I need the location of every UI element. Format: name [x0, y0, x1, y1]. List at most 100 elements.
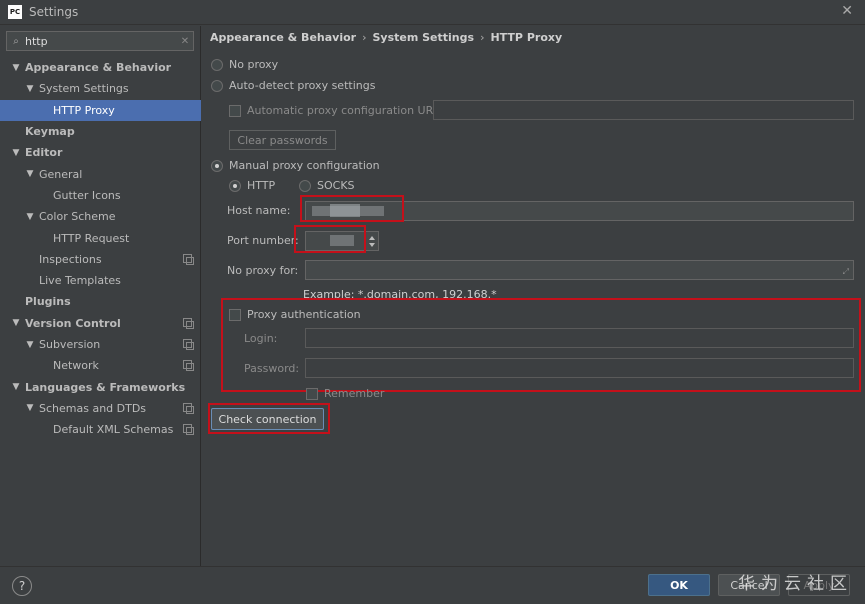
tree-item-label: Plugins: [25, 295, 71, 309]
search-icon: ⌕: [13, 35, 19, 47]
port-number-label: Port number:: [227, 234, 299, 247]
spinner-up-icon[interactable]: [369, 236, 375, 240]
tree-subversion[interactable]: ▼ Subversion: [0, 334, 201, 355]
tree-item-label: Live Templates: [39, 274, 121, 288]
password-label-text: Password:: [244, 362, 300, 375]
settings-sidebar: ⌕ http ✕ ▼ Appearance & Behavior ▼ System S…: [0, 26, 201, 566]
settings-search-field[interactable]: ⌕ http ✕: [6, 31, 194, 51]
no-proxy-for-input[interactable]: ⤢: [305, 260, 854, 280]
chevron-down-icon[interactable]: ▼: [24, 169, 36, 179]
tree-languages-frameworks[interactable]: ▼ Languages & Frameworks: [0, 376, 201, 397]
tree-http-proxy[interactable]: HTTP Proxy: [0, 99, 201, 121]
chevron-down-icon[interactable]: ▼: [10, 382, 22, 392]
project-config-icon: [183, 253, 194, 265]
chevron-down-icon[interactable]: ▼: [10, 148, 22, 158]
auto-detect-radio[interactable]: [211, 79, 223, 92]
tree-item-label: Default XML Schemas: [53, 423, 174, 437]
auto-config-url-label: Automatic proxy configuration URL:: [247, 104, 444, 117]
tree-item-label: System Settings: [39, 82, 129, 96]
tree-gutter-icons[interactable]: Gutter Icons: [0, 185, 201, 206]
breadcrumb-separator: ›: [480, 31, 485, 44]
tree-schemas-dtds[interactable]: ▼ Schemas and DTDs: [0, 398, 201, 419]
no-proxy-radio[interactable]: [211, 58, 223, 71]
spinner-down-icon[interactable]: [369, 243, 375, 247]
tree-item-label: HTTP Request: [53, 231, 130, 245]
manual-proxy-radio[interactable]: [211, 159, 223, 172]
project-config-icon: [183, 317, 194, 329]
tree-version-control[interactable]: ▼ Version Control: [0, 313, 201, 334]
remember-checkbox[interactable]: [306, 387, 318, 400]
chevron-down-icon[interactable]: ▼: [24, 212, 36, 222]
host-name-label: Host name:: [227, 204, 290, 217]
port-spinner[interactable]: [365, 231, 379, 251]
no-proxy-option[interactable]: No proxy: [211, 58, 278, 71]
manual-proxy-option[interactable]: Manual proxy configuration: [211, 159, 380, 172]
tree-http-request[interactable]: HTTP Request: [0, 227, 201, 248]
manual-proxy-label: Manual proxy configuration: [229, 159, 380, 172]
tree-item-label: Subversion: [39, 338, 101, 351]
socks-label: SOCKS: [317, 179, 355, 192]
tree-item-label: Version Control: [25, 316, 121, 330]
clear-search-icon[interactable]: ✕: [177, 36, 193, 47]
clear-passwords-button[interactable]: Clear passwords: [229, 130, 336, 150]
project-config-icon: [183, 360, 194, 372]
auto-config-url-option[interactable]: Automatic proxy configuration URL:: [229, 104, 443, 117]
breadcrumb-item: Appearance & Behavior: [210, 31, 357, 44]
tree-plugins[interactable]: Plugins: [0, 291, 201, 312]
remember-label: Remember: [324, 387, 385, 400]
tree-editor[interactable]: ▼ Editor: [0, 142, 201, 163]
socks-radio[interactable]: [299, 179, 311, 192]
tree-keymap[interactable]: Keymap: [0, 121, 201, 142]
chevron-down-icon[interactable]: ▼: [10, 63, 22, 73]
tree-inspections[interactable]: Inspections: [0, 249, 201, 270]
help-icon[interactable]: ?: [12, 576, 32, 596]
close-icon[interactable]: ✕: [841, 3, 853, 19]
tree-live-templates[interactable]: Live Templates: [0, 270, 201, 291]
auto-config-url-checkbox[interactable]: [229, 104, 241, 117]
tree-item-label: General: [39, 167, 83, 181]
tree-general[interactable]: ▼ General: [0, 163, 201, 184]
window-title: Settings: [29, 5, 79, 19]
tree-item-label: Keymap: [25, 125, 75, 139]
dialog-footer: ? OK Cancel Apply 华为云社区: [0, 566, 865, 604]
remember-option[interactable]: Remember: [306, 387, 384, 400]
tree-item-label: Schemas and DTDs: [39, 401, 147, 415]
project-config-icon: [183, 402, 194, 414]
tree-appearance-behavior[interactable]: ▼ Appearance & Behavior: [0, 57, 201, 78]
check-connection-highlight-box: [208, 403, 330, 434]
tree-item-label: Network: [53, 359, 99, 373]
password-input[interactable]: [305, 358, 854, 378]
breadcrumb: Appearance & Behavior › System Settings …: [210, 31, 562, 44]
project-config-icon: [183, 424, 194, 436]
breadcrumb-separator: ›: [362, 31, 367, 44]
no-proxy-for-label-text: No proxy for:: [227, 264, 299, 277]
tree-item-label: Appearance & Behavior: [25, 61, 172, 75]
chevron-down-icon[interactable]: ▼: [10, 318, 22, 328]
expand-field-icon[interactable]: ⤢: [843, 267, 849, 277]
http-option[interactable]: HTTP: [229, 179, 275, 192]
tree-item-label: Inspections: [39, 252, 102, 266]
chevron-down-icon[interactable]: ▼: [24, 403, 36, 413]
proxy-auth-option[interactable]: Proxy authentication: [229, 308, 361, 321]
settings-tree: ▼ Appearance & Behavior ▼ System Settings HT…: [0, 57, 201, 440]
chevron-down-icon[interactable]: ▼: [24, 340, 36, 350]
tree-item-label: Languages & Frameworks: [25, 380, 186, 394]
pycharm-logo-icon: PC: [8, 5, 22, 19]
auto-config-url-input[interactable]: [433, 100, 854, 120]
chevron-down-icon[interactable]: ▼: [24, 84, 36, 94]
port-number-label-text: Port number:: [227, 234, 299, 247]
ok-button[interactable]: OK: [648, 574, 710, 596]
search-input[interactable]: http: [25, 35, 177, 48]
login-input[interactable]: [305, 328, 854, 348]
http-radio[interactable]: [229, 179, 241, 192]
proxy-auth-checkbox[interactable]: [229, 308, 241, 321]
socks-option[interactable]: SOCKS: [299, 179, 355, 192]
tree-system-settings[interactable]: ▼ System Settings: [0, 78, 201, 99]
auto-detect-option[interactable]: Auto-detect proxy settings: [211, 79, 375, 92]
tree-network[interactable]: Network: [0, 355, 201, 376]
breadcrumb-item: System Settings: [372, 31, 475, 44]
tree-color-scheme[interactable]: ▼ Color Scheme: [0, 206, 201, 227]
no-proxy-for-label: No proxy for:: [227, 264, 298, 277]
tree-item-label: Gutter Icons: [53, 188, 121, 202]
tree-default-xml-schemas[interactable]: Default XML Schemas: [0, 419, 201, 440]
